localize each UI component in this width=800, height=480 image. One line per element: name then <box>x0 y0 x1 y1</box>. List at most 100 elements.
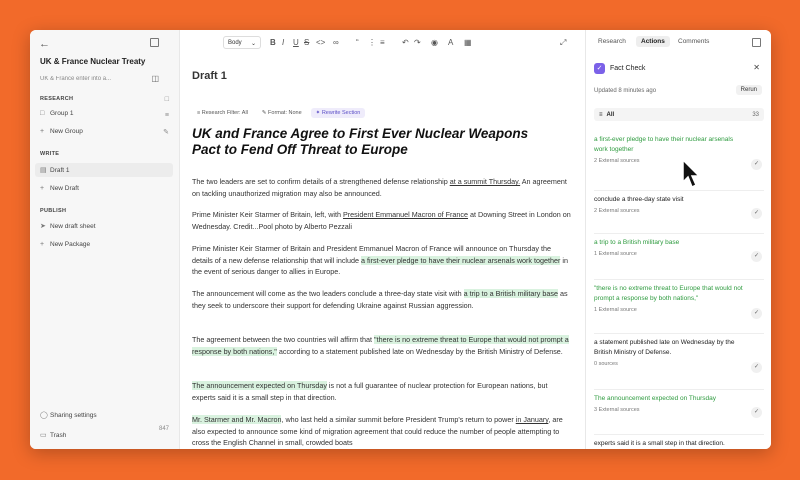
back-arrow-icon[interactable]: ← <box>39 38 50 50</box>
filter-icon[interactable]: ≡ <box>165 112 169 119</box>
italic-icon[interactable]: I <box>282 38 284 47</box>
chat-icon[interactable]: □ <box>165 96 169 103</box>
filter-all-row[interactable]: ≡ All 33 <box>594 108 764 121</box>
sharing-settings-label: Sharing settings <box>50 411 97 419</box>
text-style-value: Body <box>228 40 242 46</box>
eye-icon[interactable]: ◉ <box>431 38 438 47</box>
text: President Emmanuel Macron of France <box>342 210 469 219</box>
text: at a summit Thursday. <box>449 177 521 186</box>
article-headline[interactable]: UK and France Agree to First Ever Nuclea… <box>192 126 532 158</box>
right-panel: Research Actions Comments ✓ Fact Check ✕… <box>585 30 771 449</box>
trash[interactable]: ▭ Trash <box>40 428 170 442</box>
fact-card-title: a statement published late on Wednesday … <box>594 339 735 356</box>
bold-icon[interactable]: B <box>270 38 276 47</box>
text: Prime Minister Keir Starmer of Britain, … <box>192 210 343 219</box>
redo-icon[interactable]: ↷ <box>414 38 421 47</box>
trash-icon: ▭ <box>40 432 47 439</box>
highlighted-claim[interactable]: Mr. Starmer and Mr. Macron <box>192 415 282 424</box>
filter-icon: ≡ <box>599 111 603 118</box>
sidebar-item-label: New Package <box>50 240 91 248</box>
check-icon[interactable]: ✓ <box>751 362 762 373</box>
fact-card-title: experts said it is a small step in that … <box>594 440 725 447</box>
app-window: ← UK & France Nuclear Treaty UK & France… <box>30 30 771 449</box>
table-icon[interactable]: ▦ <box>464 38 472 47</box>
link-icon[interactable]: ∞ <box>333 38 339 47</box>
fact-card-title: The announcement expected on Thursday <box>594 395 717 402</box>
sidebar-item-new-group[interactable]: + New Group <box>40 124 170 138</box>
sharing-settings[interactable]: ◯ Sharing settings <box>40 408 170 422</box>
section-publish: PUBLISH <box>40 208 67 214</box>
tab-actions[interactable]: Actions <box>636 36 670 47</box>
check-icon[interactable]: ✓ <box>751 407 762 418</box>
toolbar: Body ⌄ B I U S <> ∞ “ ⋮ ≡ ↶ ↷ ◉ A ▦ ⤢ <box>180 30 585 56</box>
paragraph-1[interactable]: The two leaders are set to confirm detai… <box>192 176 572 199</box>
paragraph-3[interactable]: Prime Minister Keir Starmer of Britain a… <box>192 243 572 278</box>
lock-icon: ◯ <box>40 412 48 419</box>
chevron-down-icon: ⌄ <box>250 41 256 47</box>
trash-label: Trash <box>50 431 67 439</box>
edit-icon[interactable]: ✎ <box>163 128 169 136</box>
fact-card-sources: 1 External source <box>594 307 637 313</box>
panel-toggle-icon[interactable] <box>752 38 761 47</box>
check-icon[interactable]: ✓ <box>751 308 762 319</box>
document-panel-icon[interactable]: ◫ <box>151 74 159 83</box>
fact-card[interactable]: a statement published late on Wednesday … <box>594 333 764 373</box>
plus-icon: + <box>40 240 45 248</box>
tab-comments[interactable]: Comments <box>678 38 709 45</box>
sidebar-item-new-draft[interactable]: + New Draft <box>40 181 170 195</box>
mouse-cursor-icon <box>682 158 701 189</box>
text-color-icon[interactable]: A <box>448 38 453 47</box>
quote-icon[interactable]: “ <box>356 38 359 47</box>
section-write: WRITE <box>40 151 60 157</box>
sidebar-item-label: Draft 1 <box>50 166 70 174</box>
text-style-select[interactable]: Body ⌄ <box>223 36 261 49</box>
tab-research[interactable]: Research <box>598 38 626 45</box>
sidebar-item-group-1[interactable]: □ Group 1 <box>40 106 170 120</box>
fact-card[interactable]: a trip to a British military base 1 Exte… <box>594 233 764 262</box>
paragraph-4[interactable]: The announcement will come as the two le… <box>192 288 572 311</box>
sidebar-item-new-draft-sheet[interactable]: ➤ New draft sheet <box>40 219 170 233</box>
word-count: 847 <box>158 426 169 432</box>
fact-card-title: a trip to a British military base <box>594 239 680 246</box>
fact-check-header: ✓ Fact Check ✕ <box>594 61 764 75</box>
code-icon[interactable]: <> <box>316 38 325 47</box>
numbered-list-icon[interactable]: ≡ <box>380 38 385 47</box>
fact-card[interactable]: a first-ever pledge to have their nuclea… <box>594 135 764 170</box>
fact-card[interactable]: conclude a three-day state visit 2 Exter… <box>594 190 764 219</box>
fact-card-sources: 2 External sources <box>594 158 640 164</box>
close-icon[interactable]: ✕ <box>753 63 760 72</box>
rerun-button[interactable]: Rerun <box>735 85 762 95</box>
draft-title[interactable]: Draft 1 <box>192 70 227 82</box>
sidebar-item-new-package[interactable]: + New Package <box>40 237 170 251</box>
format-chip[interactable]: ✎ Format: None <box>256 108 307 118</box>
fact-card-title: a first-ever pledge to have their nuclea… <box>594 136 734 153</box>
sidebar-toggle-icon[interactable] <box>150 38 159 47</box>
underline-icon[interactable]: U <box>293 38 299 47</box>
rewrite-section-button[interactable]: ✦ Rewrite Section <box>310 108 366 118</box>
paragraph-6[interactable]: The announcement expected on Thursday is… <box>192 380 572 403</box>
fact-card[interactable]: The announcement expected on Thursday 3 … <box>594 389 764 418</box>
editor: Body ⌄ B I U S <> ∞ “ ⋮ ≡ ↶ ↷ ◉ A ▦ ⤢ Dr… <box>180 30 585 449</box>
highlighted-claim[interactable]: The announcement expected on Thursday <box>192 381 327 390</box>
check-icon[interactable]: ✓ <box>751 251 762 262</box>
text: , who last held a similar summit before … <box>281 415 516 424</box>
bullet-list-icon[interactable]: ⋮ <box>368 38 376 47</box>
paragraph-2[interactable]: Prime Minister Keir Starmer of Britain, … <box>192 209 572 232</box>
research-filter-chip[interactable]: ≡ Research Filter: All <box>192 108 253 118</box>
highlighted-claim[interactable]: a trip to a British military base <box>463 289 558 298</box>
fact-card[interactable]: "there is no extreme threat to Europe th… <box>594 279 764 319</box>
fact-check-icon: ✓ <box>594 62 605 74</box>
sidebar-item-draft-1[interactable]: ▤ Draft 1 <box>35 163 173 177</box>
expand-icon[interactable]: ⤢ <box>560 38 566 48</box>
rewrite-label: Rewrite Section <box>321 110 361 116</box>
highlighted-claim[interactable]: a first-ever pledge to have their nuclea… <box>361 255 561 265</box>
paragraph-5[interactable]: The agreement between the two countries … <box>192 334 572 357</box>
paragraph-7[interactable]: Mr. Starmer and Mr. Macron, who last hel… <box>192 414 572 449</box>
undo-icon[interactable]: ↶ <box>402 38 409 47</box>
check-icon[interactable]: ✓ <box>751 159 762 170</box>
document-title[interactable]: UK & France Nuclear Treaty <box>40 57 150 66</box>
strikethrough-icon[interactable]: S <box>304 38 309 47</box>
fact-card[interactable]: experts said it is a small step in that … <box>594 434 764 449</box>
section-research: RESEARCH <box>40 96 74 102</box>
check-icon[interactable]: ✓ <box>751 208 762 219</box>
